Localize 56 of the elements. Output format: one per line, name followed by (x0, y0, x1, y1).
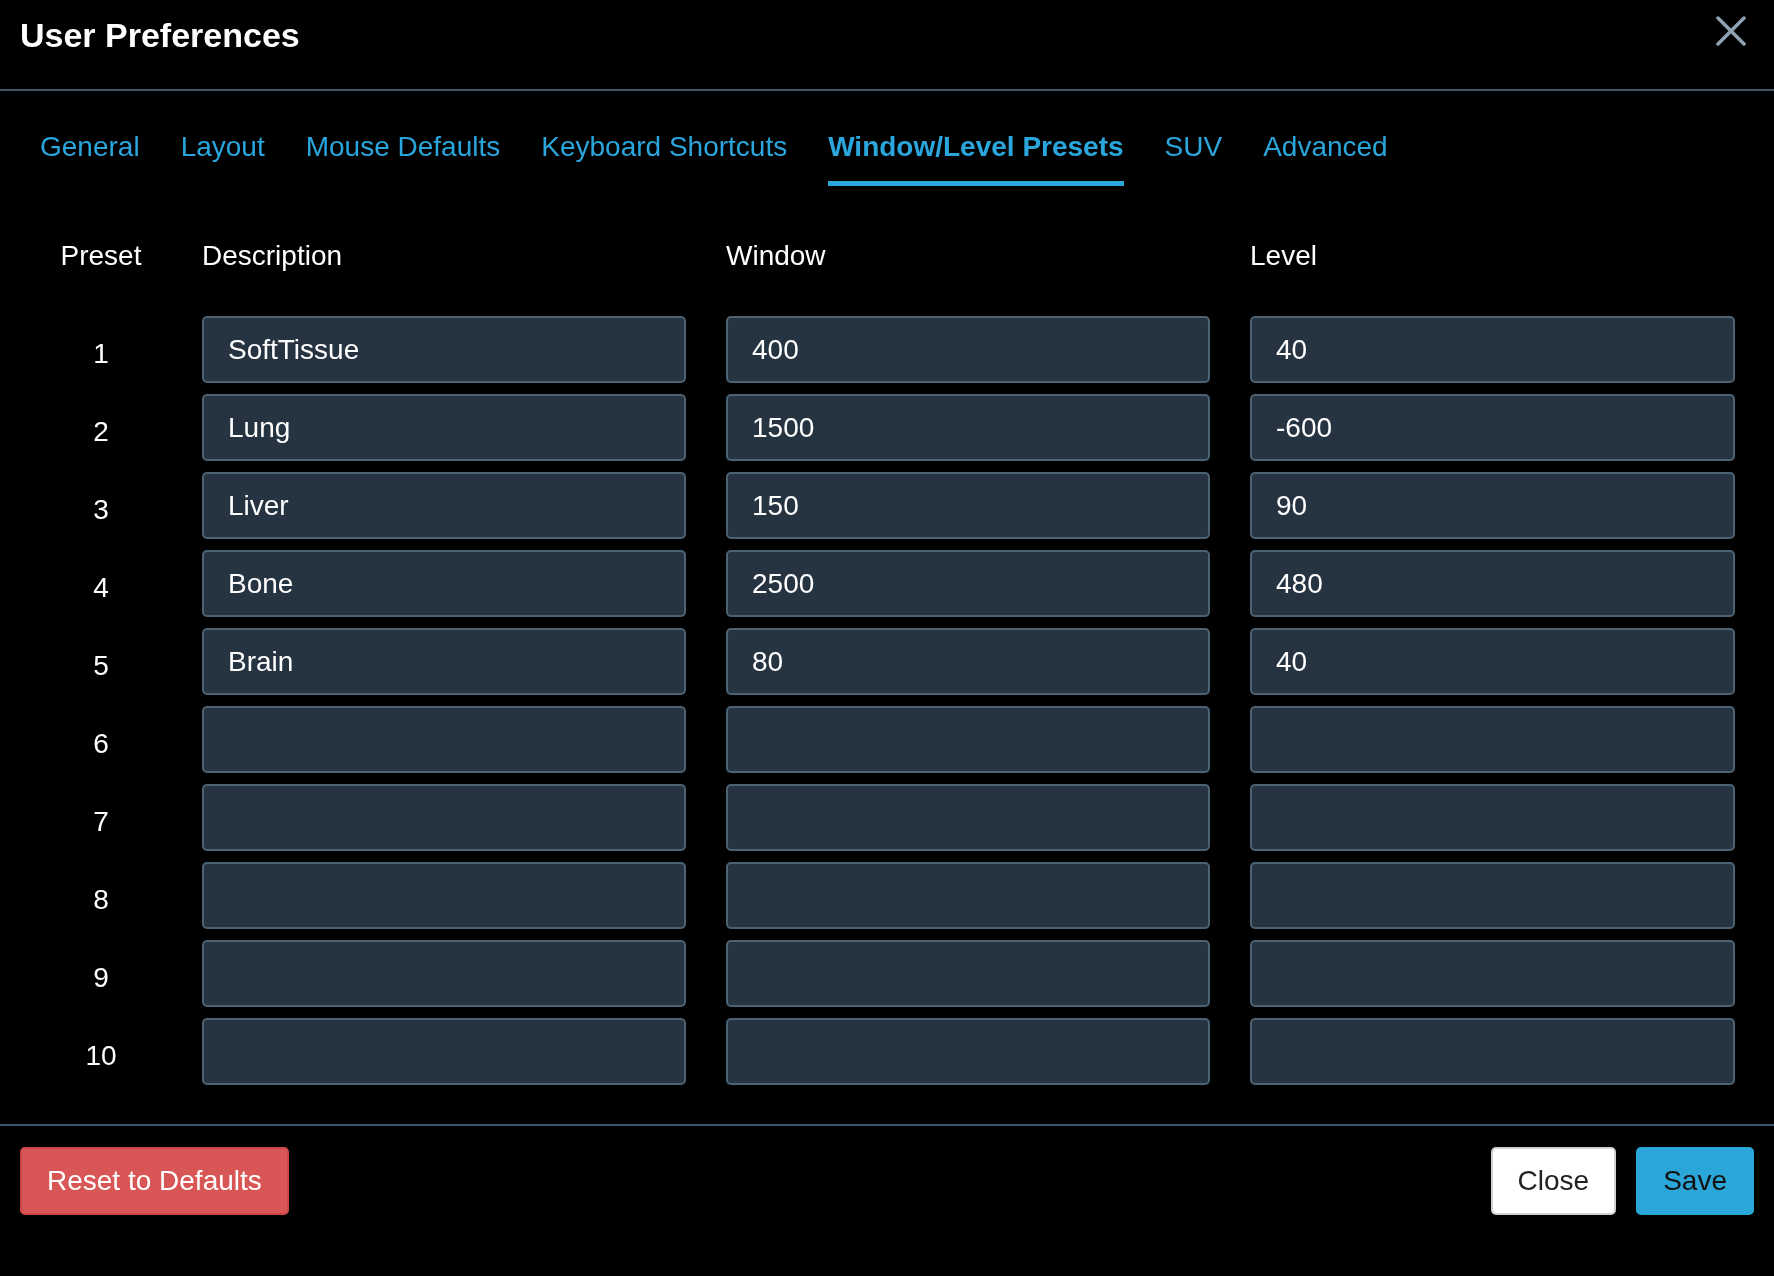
tab[interactable]: SUV (1164, 131, 1223, 186)
tab[interactable]: Layout (180, 131, 265, 186)
tab[interactable]: Advanced (1263, 131, 1388, 186)
description-field[interactable] (202, 1018, 686, 1085)
level-field[interactable] (1250, 706, 1735, 773)
window-field[interactable]: 400 (726, 316, 1210, 383)
save-button[interactable]: Save (1636, 1147, 1754, 1215)
level-field[interactable] (1250, 1018, 1735, 1085)
preset-number: 1 (92, 336, 110, 370)
description-field[interactable] (202, 784, 686, 851)
tab[interactable]: Keyboard Shortcuts (541, 131, 788, 186)
column-header: Level (1250, 240, 1318, 272)
window-field[interactable] (726, 940, 1210, 1007)
level-field[interactable]: 480 (1250, 550, 1735, 617)
tab[interactable]: Mouse Defaults (305, 131, 501, 186)
close-button[interactable]: Close (1490, 1147, 1617, 1215)
reset-button[interactable]: Reset to Defaults (20, 1147, 289, 1215)
tab[interactable]: Window/Level Presets (828, 131, 1124, 186)
preset-number: 5 (92, 648, 110, 682)
level-field[interactable]: 40 (1250, 628, 1735, 695)
column-header: Preset (59, 240, 143, 272)
preset-number: 3 (92, 492, 110, 526)
level-field[interactable] (1250, 784, 1735, 851)
description-field[interactable] (202, 862, 686, 929)
level-field[interactable]: 40 (1250, 316, 1735, 383)
window-field[interactable]: 1500 (726, 394, 1210, 461)
preset-number: 10 (84, 1038, 118, 1072)
description-field[interactable] (202, 706, 686, 773)
description-field[interactable]: SoftTissue (202, 316, 686, 383)
level-field[interactable]: -600 (1250, 394, 1735, 461)
window-title: User Preferences (20, 16, 300, 55)
description-field[interactable] (202, 940, 686, 1007)
window-field[interactable] (726, 706, 1210, 773)
window-field[interactable]: 80 (726, 628, 1210, 695)
window-field[interactable] (726, 784, 1210, 851)
preset-number: 2 (92, 414, 110, 448)
level-field[interactable] (1250, 940, 1735, 1007)
preset-number: 7 (92, 804, 110, 838)
window-field[interactable] (726, 862, 1210, 929)
window-field[interactable]: 150 (726, 472, 1210, 539)
description-field[interactable]: Lung (202, 394, 686, 461)
column-header: Description (202, 240, 344, 272)
level-field[interactable]: 90 (1250, 472, 1735, 539)
window-field[interactable] (726, 1018, 1210, 1085)
preset-number: 8 (92, 882, 110, 916)
tab[interactable]: General (40, 131, 140, 186)
level-field[interactable] (1250, 862, 1735, 929)
preset-number: 4 (92, 570, 110, 604)
preset-number: 9 (92, 960, 110, 994)
close-icon[interactable] (1716, 15, 1746, 46)
description-field[interactable]: Bone (202, 550, 686, 617)
description-field[interactable]: Liver (202, 472, 686, 539)
column-header: Window (726, 240, 827, 272)
description-field[interactable]: Brain (202, 628, 686, 695)
preset-number: 6 (92, 726, 110, 760)
window-field[interactable]: 2500 (726, 550, 1210, 617)
